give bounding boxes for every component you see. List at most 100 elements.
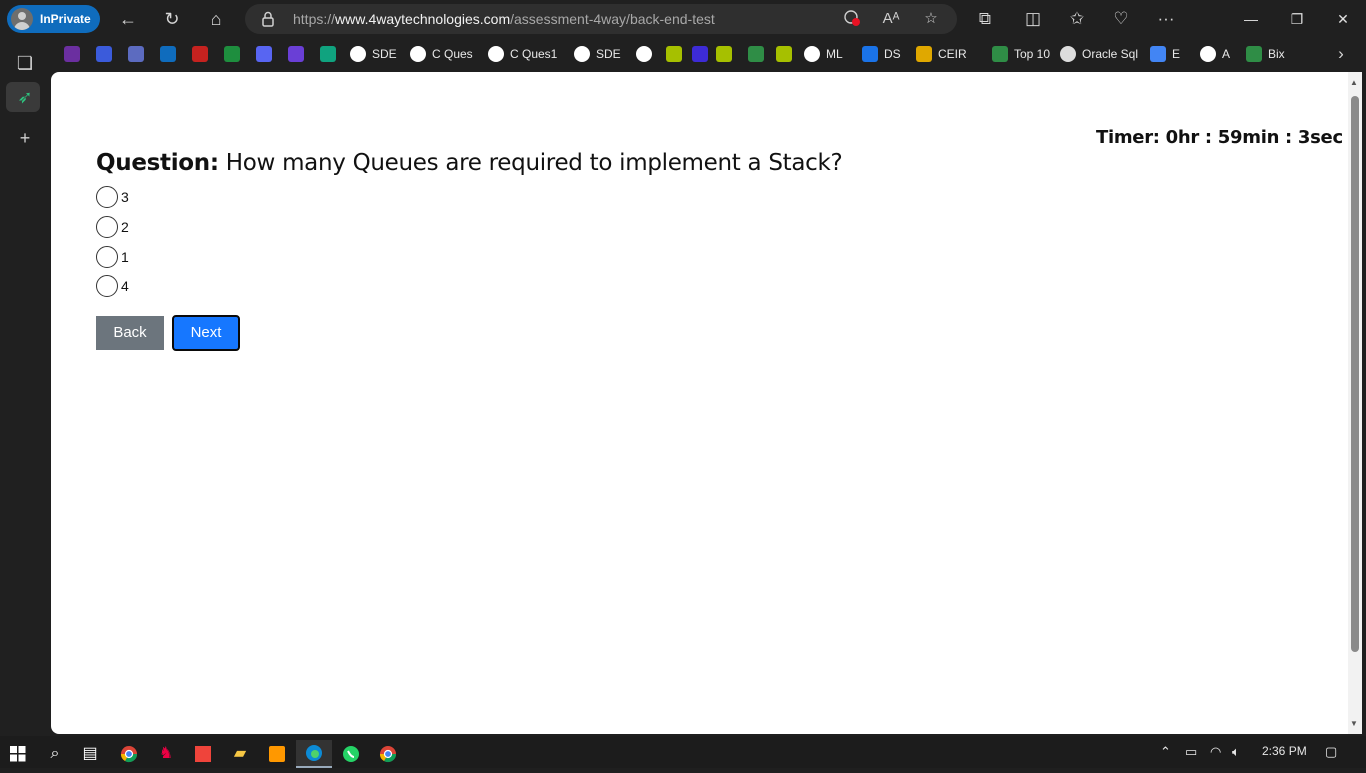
browser-essentials-icon[interactable]: ♡ [1110,8,1132,30]
question-prefix: Question: [96,150,219,176]
favorite-label: Oracle Sql [1082,47,1139,61]
favorite-item[interactable] [256,45,278,63]
back-button[interactable]: Back [96,316,164,350]
new-tab-plus-icon[interactable]: + [13,126,37,150]
favorite-label: Bix [1268,47,1285,61]
notifications-icon[interactable]: ▢ [1325,744,1337,760]
option-radio[interactable] [96,246,118,268]
favorites-bar: › SDE C Ques C Ques1 SDE ML DS CEIR Top 10 Oracl… [50,38,1366,70]
inprivate-profile-button[interactable]: InPrivate [7,5,100,33]
back-arrow-icon[interactable]: ← [116,7,140,31]
favorite-item[interactable]: DS [862,45,901,63]
option-item[interactable]: 4 [96,274,129,298]
favorite-item[interactable] [192,45,214,63]
favorite-label: CEIR [938,47,967,61]
favorites-icon[interactable]: ✩ [1066,8,1088,30]
ceir-icon [916,46,932,62]
option-radio[interactable] [96,186,118,208]
refresh-icon[interactable]: ↻ [160,7,184,31]
gfg-icon [992,46,1008,62]
address-bar[interactable]: https://www.4waytechnologies.com/assessm… [245,4,957,34]
option-label: 3 [121,189,129,205]
vertical-scrollbar[interactable]: ▲ ▼ [1348,72,1362,734]
favorite-item[interactable] [776,45,798,63]
chrome-icon[interactable] [111,740,147,768]
favorite-item[interactable]: ML [804,45,843,63]
leetcode-icon [666,46,682,62]
page-viewport: Timer: 0hr : 59min : 3sec Question: How … [51,72,1362,734]
question-text: Question: How many Queues are required t… [96,150,843,176]
favorite-item[interactable] [666,45,688,63]
favorite-item[interactable]: Oracle Sql [1060,45,1138,63]
favorite-label: SDE [596,47,621,61]
scrollbar-thumb[interactable] [1351,96,1359,652]
option-radio[interactable] [96,216,118,238]
favorite-item[interactable] [224,45,246,63]
more-options-icon[interactable]: ··· [1155,8,1177,30]
tracking-prevention-icon[interactable] [842,9,862,29]
anydesk-icon[interactable] [185,740,221,768]
extensions-icon[interactable]: ⧉ [974,8,996,30]
sublime-icon[interactable] [259,740,295,768]
read-aloud-icon[interactable]: A͏ᴬ [881,9,901,29]
windows-start-icon[interactable] [0,740,36,768]
clock-time[interactable]: 2:36 PM [1262,744,1307,758]
option-item[interactable]: 3 [96,185,129,209]
battery-icon[interactable]: ▭ [1185,744,1197,760]
favorite-item[interactable] [716,45,738,63]
tray-chevron-icon[interactable]: ⌃ [1160,744,1171,760]
favorite-item[interactable]: E [1150,45,1180,63]
favorite-item[interactable]: SDE [574,45,621,63]
tab-actions-icon[interactable]: ❏ [13,51,37,75]
address-url[interactable]: https://www.4waytechnologies.com/assessm… [293,11,715,27]
favorites-overflow-chevron-icon[interactable]: › [1330,43,1352,65]
favorite-item[interactable]: C Ques1 [488,45,557,63]
vertical-sidebar: ❏ ➶ + [0,38,50,736]
search-icon[interactable]: ⌕ [37,740,73,768]
favorite-item[interactable] [748,45,770,63]
option-item[interactable]: 2 [96,215,129,239]
google-icon [804,46,820,62]
favorite-item[interactable] [64,45,86,63]
favorite-label: SDE [372,47,397,61]
favorite-item[interactable] [320,45,342,63]
restore-icon[interactable]: ❐ [1282,8,1312,30]
favorite-item[interactable]: A [1200,45,1230,63]
browser-title-bar: InPrivate ← ↻ ⌂ https://www.4waytechnolo… [0,0,1366,38]
page-icon [1060,46,1076,62]
favorite-item[interactable] [692,45,714,63]
app-icon[interactable]: ♞ [148,740,184,768]
edge-icon[interactable] [296,740,332,768]
favorite-item[interactable] [288,45,310,63]
favorite-label: E [1172,47,1181,61]
favorite-item[interactable]: Bix [1246,45,1285,63]
minimize-icon[interactable]: — [1236,8,1266,30]
file-explorer-icon[interactable]: ▰ [222,740,258,768]
home-icon[interactable]: ⌂ [204,7,228,31]
favorite-item[interactable]: C Ques [410,45,473,63]
whatsapp-icon[interactable] [333,740,369,768]
g-icon [1150,46,1166,62]
favorite-item[interactable] [636,45,658,63]
favorite-item[interactable] [160,45,182,63]
close-icon[interactable]: ✕ [1328,8,1358,30]
option-item[interactable]: 1 [96,245,129,269]
option-radio[interactable] [96,275,118,297]
volume-icon[interactable]: 🔈︎ [1232,744,1240,760]
next-button[interactable]: Next [172,315,240,351]
scroll-down-icon[interactable]: ▼ [1350,719,1358,728]
favorite-item[interactable]: SDE [350,45,397,63]
split-screen-icon[interactable]: ◫ [1022,8,1044,30]
chrome-profile-icon[interactable] [370,740,406,768]
favorite-item[interactable] [96,45,118,63]
lock-icon[interactable] [262,11,274,27]
favorite-star-icon[interactable]: ☆ [921,9,941,29]
scroll-up-icon[interactable]: ▲ [1350,78,1358,87]
favorite-item[interactable] [128,45,150,63]
wifi-icon[interactable]: ◠ [1210,744,1221,760]
question-body: How many Queues are required to implemen… [218,150,843,176]
favorite-label: Top 10 [1014,47,1051,61]
favorite-item[interactable]: Top 10 [992,45,1050,63]
task-view-icon[interactable]: ▤ [72,740,108,768]
favorite-item[interactable]: CEIR [916,45,967,63]
